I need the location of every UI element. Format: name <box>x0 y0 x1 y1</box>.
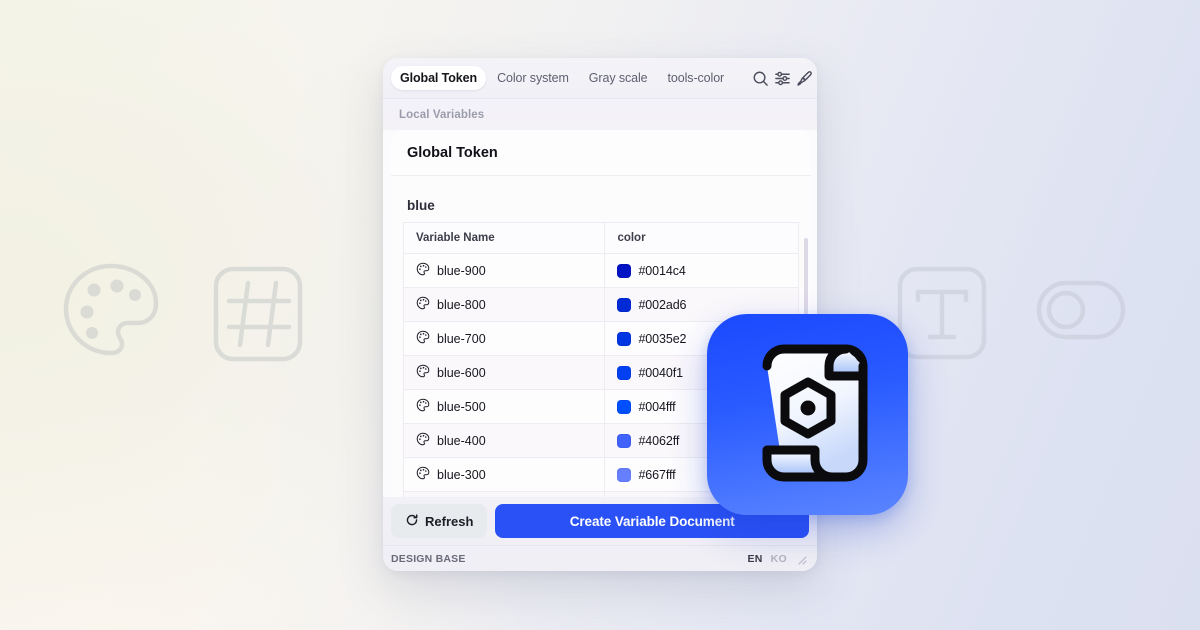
color-swatch <box>617 331 632 346</box>
variable-name-text: blue-800 <box>437 297 486 312</box>
palette-icon <box>416 364 430 381</box>
cell-variable-name: blue-600 <box>402 355 606 390</box>
language-ko[interactable]: KO <box>767 553 791 565</box>
search-icon[interactable] <box>752 66 769 90</box>
cell-variable-name: blue-500 <box>402 389 606 424</box>
app-icon <box>707 314 908 515</box>
column-header-variable-name: Variable Name <box>402 222 606 254</box>
color-swatch <box>617 433 632 448</box>
refresh-button-label: Refresh <box>425 513 474 529</box>
palette-icon <box>416 262 430 279</box>
variable-name-text: blue-700 <box>437 331 486 346</box>
tab-gray-scale[interactable]: Gray scale <box>580 66 657 90</box>
color-swatch <box>617 399 632 414</box>
tab-color-system[interactable]: Color system <box>488 66 578 90</box>
table-row[interactable]: blue-900 #0014c4 <box>402 253 799 288</box>
color-hex-value: #004fff <box>638 399 676 414</box>
color-hex-value: #4062ff <box>638 433 680 448</box>
resize-grip-icon[interactable] <box>795 553 807 565</box>
variable-name-text: blue-600 <box>437 365 486 380</box>
cell-color: #0014c4 <box>604 253 799 288</box>
palette-icon <box>416 296 430 313</box>
cell-variable-name: blue-300 <box>402 457 606 492</box>
color-hex-value: #667fff <box>638 467 676 482</box>
sliders-icon[interactable] <box>774 66 791 90</box>
column-header-color: color <box>604 222 799 254</box>
variable-name-text: blue-500 <box>437 399 486 414</box>
status-bar: DESIGN BASE EN KO <box>383 545 817 571</box>
palette-icon <box>416 466 430 483</box>
typography-t-icon <box>896 265 988 361</box>
table-head: Variable Name color <box>402 222 799 254</box>
cell-variable-name: blue-900 <box>402 253 606 288</box>
cell-variable-name: blue-800 <box>402 287 606 322</box>
palette-icon <box>416 330 430 347</box>
palette-icon <box>416 398 430 415</box>
variable-name-text: blue-900 <box>437 263 486 278</box>
toggle-switch-icon <box>1036 280 1126 340</box>
variable-name-text: blue-300 <box>437 467 486 482</box>
tab-global-token[interactable]: Global Token <box>391 66 487 90</box>
color-swatch <box>617 467 632 482</box>
tab-tools-color[interactable]: tools-color <box>659 66 734 90</box>
screenshot-canvas: Global Token Color system Gray scale too… <box>0 0 1200 630</box>
color-swatch <box>617 297 632 312</box>
color-hex-value: #0040f1 <box>638 365 683 380</box>
color-hex-value: #0035e2 <box>638 331 687 346</box>
refresh-icon <box>405 513 419 530</box>
palette-icon <box>62 262 160 362</box>
hash-grid-icon <box>212 265 304 363</box>
document-title: Global Token <box>391 130 811 176</box>
cell-variable-name: blue-400 <box>402 423 606 458</box>
tab-bar: Global Token Color system Gray scale too… <box>383 58 817 99</box>
table-header-row: Variable Name color <box>402 222 799 254</box>
language-en[interactable]: EN <box>743 553 766 565</box>
paintbrush-icon[interactable] <box>796 66 813 90</box>
local-variables-label: Local Variables <box>383 99 817 130</box>
cell-variable-name: blue-200 <box>402 491 606 497</box>
color-swatch <box>617 263 632 278</box>
color-hex-value: #002ad6 <box>638 297 687 312</box>
color-swatch <box>617 365 632 380</box>
refresh-button[interactable]: Refresh <box>391 504 488 538</box>
brand-label: DESIGN BASE <box>391 552 466 565</box>
variable-name-text: blue-400 <box>437 433 486 448</box>
token-group-name: blue <box>407 198 435 213</box>
color-hex-value: #0014c4 <box>638 263 686 278</box>
cell-variable-name: blue-700 <box>402 321 606 356</box>
palette-icon <box>416 432 430 449</box>
